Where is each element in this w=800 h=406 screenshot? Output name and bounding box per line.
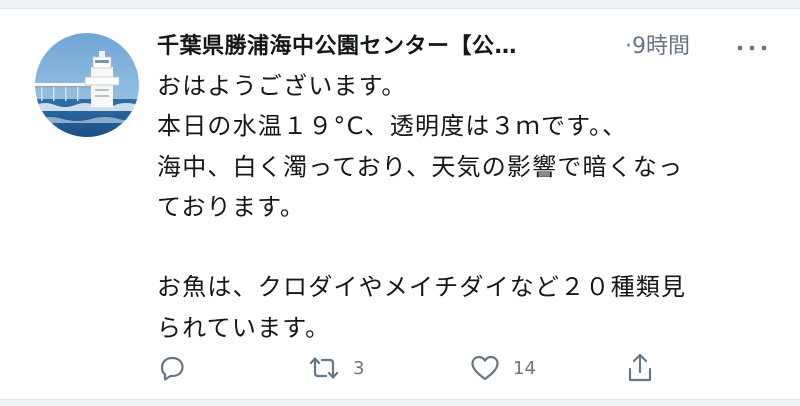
account-name[interactable]: 千葉県勝浦海中公園センター【公… — [157, 32, 609, 62]
tweet-actions: 3 14 — [157, 348, 677, 388]
reply-icon — [157, 353, 187, 383]
tweet-time[interactable]: 9時間 — [632, 34, 690, 59]
like-button[interactable]: 14 — [469, 348, 536, 388]
avatar[interactable] — [35, 33, 139, 137]
tweet-header: 千葉県勝浦海中公園センター【公… ·9時間 — [157, 30, 772, 64]
more-horizontal-icon[interactable] — [735, 38, 769, 58]
retweet-count: 3 — [353, 357, 365, 379]
tweet-meta: ·9時間 — [625, 32, 690, 62]
tweet-card: 千葉県勝浦海中公園センター【公… ·9時間 おはようございます。 本日の水温１９… — [0, 0, 800, 406]
top-divider — [0, 0, 800, 9]
bottom-divider — [0, 399, 800, 406]
meta-separator: · — [625, 34, 632, 59]
retweet-icon — [307, 353, 341, 383]
reply-button[interactable] — [157, 348, 187, 388]
like-count: 14 — [513, 357, 536, 379]
retweet-button[interactable]: 3 — [307, 348, 364, 388]
share-icon — [625, 352, 655, 384]
heart-icon — [469, 353, 501, 383]
underwater-observatory-tower-avatar — [35, 33, 139, 137]
tweet-text: おはようございます。 本日の水温１９°C、透明度は３ｍです。、 海中、白く濁って… — [157, 72, 687, 342]
share-button[interactable] — [625, 348, 655, 388]
